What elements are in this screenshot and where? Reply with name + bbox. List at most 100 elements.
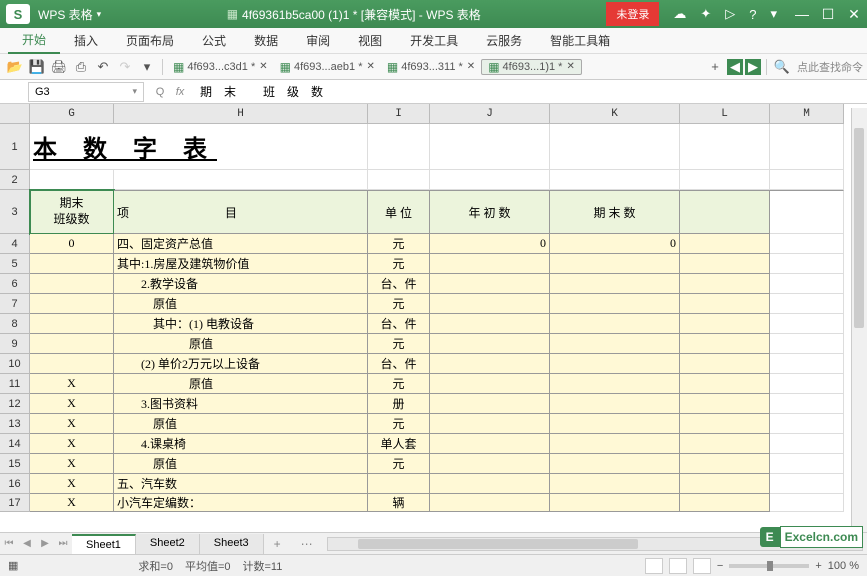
tab-prev-button[interactable]: ◀ (727, 59, 743, 75)
cell[interactable] (550, 414, 680, 434)
sheet-tab-Sheet3[interactable]: Sheet3 (200, 534, 264, 554)
cell[interactable] (680, 314, 770, 334)
cell[interactable]: 0 (430, 234, 550, 254)
cell[interactable] (550, 494, 680, 512)
cell[interactable] (770, 274, 844, 294)
doc-tab-1[interactable]: ▦4f693...aeb1 *✕ (274, 59, 381, 75)
close-tab-icon[interactable]: ✕ (259, 61, 267, 72)
formula-input[interactable]: 期末 班级数 (190, 83, 867, 100)
cell[interactable]: X (30, 494, 114, 512)
cell[interactable]: 原值 (114, 414, 368, 434)
sheet-next-button[interactable]: ▶ (36, 538, 54, 549)
close-tab-icon[interactable]: ✕ (566, 61, 574, 72)
cell[interactable] (430, 124, 550, 170)
cell[interactable] (430, 454, 550, 474)
cell[interactable] (430, 334, 550, 354)
col-header-J[interactable]: J (430, 104, 550, 124)
cell[interactable] (430, 314, 550, 334)
zoom-level[interactable]: 100 % (828, 560, 859, 572)
col-header-H[interactable]: H (114, 104, 368, 124)
close-button[interactable]: ✕ (841, 6, 867, 23)
cell[interactable]: 四、固定资产总值 (114, 234, 368, 254)
cell[interactable] (680, 234, 770, 254)
dropdown-icon[interactable]: ▾ (764, 6, 783, 22)
row-header-9[interactable]: 9 (0, 334, 30, 354)
cell[interactable] (550, 474, 680, 494)
cell[interactable]: 册 (368, 394, 430, 414)
cell[interactable]: 原值 (114, 334, 368, 354)
spreadsheet-grid[interactable]: GHIJKLM 1234567891011121314151617 本 数 字 … (0, 104, 867, 544)
name-box[interactable]: G3 ▾ (28, 82, 144, 102)
cell[interactable]: X (30, 394, 114, 414)
cell[interactable] (680, 254, 770, 274)
cell[interactable] (550, 274, 680, 294)
sheet-prev-button[interactable]: ◀ (18, 538, 36, 549)
minimize-button[interactable]: — (789, 6, 815, 23)
cell[interactable] (770, 494, 844, 512)
cell[interactable]: 年 初 数 (430, 190, 550, 234)
row-header-16[interactable]: 16 (0, 474, 30, 494)
cell[interactable]: 3.图书资料 (114, 394, 368, 414)
cell[interactable] (550, 374, 680, 394)
sheet-tab-Sheet2[interactable]: Sheet2 (136, 534, 200, 554)
cell[interactable] (680, 124, 770, 170)
cell[interactable] (30, 334, 114, 354)
star-icon[interactable]: ✦ (694, 6, 717, 22)
cell[interactable] (770, 314, 844, 334)
cell[interactable] (30, 354, 114, 374)
cell[interactable]: 0 (30, 234, 114, 254)
cloud-icon[interactable]: ☁ (667, 6, 692, 22)
sheet-first-button[interactable]: ⏮ (0, 538, 18, 549)
maximize-button[interactable]: ☐ (815, 6, 841, 23)
cell[interactable] (550, 254, 680, 274)
cell[interactable]: 项 目 (114, 190, 368, 234)
cell[interactable] (430, 414, 550, 434)
cell[interactable] (770, 374, 844, 394)
cancel-icon[interactable]: Q (150, 86, 170, 98)
cell[interactable]: 单 位 (368, 190, 430, 234)
cell[interactable] (770, 170, 844, 190)
cell[interactable]: 原值 (114, 294, 368, 314)
menu-8[interactable]: 云服务 (472, 28, 536, 54)
more-dropdown[interactable]: ▾ (137, 57, 157, 77)
cell[interactable]: 元 (368, 454, 430, 474)
close-tab-icon[interactable]: ✕ (366, 61, 374, 72)
cell[interactable] (680, 334, 770, 354)
row-header-5[interactable]: 5 (0, 254, 30, 274)
vertical-scrollbar[interactable] (851, 108, 867, 532)
search-icon[interactable]: 🔍 (772, 57, 792, 77)
menu-5[interactable]: 审阅 (292, 28, 344, 54)
cell[interactable] (368, 170, 430, 190)
row-header-15[interactable]: 15 (0, 454, 30, 474)
cell[interactable] (30, 170, 114, 190)
row-header-11[interactable]: 11 (0, 374, 30, 394)
cell[interactable] (30, 314, 114, 334)
cell[interactable]: 小汽车定编数： (114, 494, 368, 512)
cell[interactable] (770, 334, 844, 354)
cell[interactable]: 原值 (114, 454, 368, 474)
sheet-last-button[interactable]: ⏭ (54, 538, 72, 549)
cell[interactable] (770, 294, 844, 314)
cell[interactable] (430, 494, 550, 512)
scrollbar-thumb[interactable] (854, 128, 864, 328)
cell[interactable] (550, 354, 680, 374)
cell[interactable] (680, 170, 770, 190)
row-header-4[interactable]: 4 (0, 234, 30, 254)
delta-icon[interactable]: ▷ (719, 6, 741, 22)
cell[interactable] (680, 394, 770, 414)
grid-icon[interactable]: ▦ (8, 559, 18, 572)
cell[interactable] (114, 170, 368, 190)
cell[interactable] (430, 170, 550, 190)
cell[interactable] (770, 434, 844, 454)
print-button[interactable]: 🖨 (49, 57, 69, 77)
cell[interactable] (680, 274, 770, 294)
cell[interactable]: 五、汽车数 (114, 474, 368, 494)
cell[interactable] (680, 454, 770, 474)
menu-6[interactable]: 视图 (344, 28, 396, 54)
cell[interactable]: X (30, 474, 114, 494)
cell[interactable] (550, 124, 680, 170)
cell[interactable] (770, 190, 844, 234)
doc-tab-2[interactable]: ▦4f693...311 *✕ (381, 59, 481, 75)
row-header-8[interactable]: 8 (0, 314, 30, 334)
cell[interactable] (770, 234, 844, 254)
